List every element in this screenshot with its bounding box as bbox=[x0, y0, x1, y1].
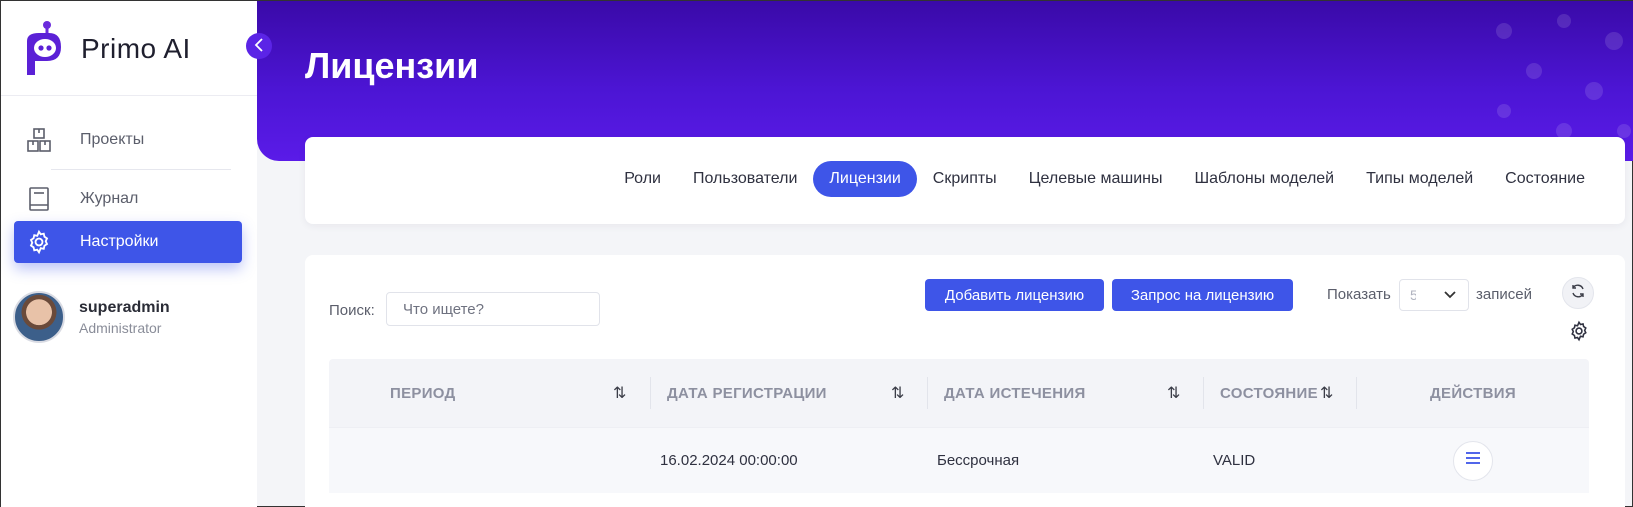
gear-icon bbox=[24, 227, 54, 257]
tab-status[interactable]: Состояние bbox=[1489, 161, 1601, 197]
table-settings-button[interactable] bbox=[1565, 319, 1593, 347]
row-actions-button[interactable] bbox=[1453, 440, 1493, 481]
cell-registration-date: 16.02.2024 00:00:00 bbox=[660, 452, 798, 469]
chevron-left-icon bbox=[254, 37, 264, 55]
chevron-down-icon bbox=[1444, 286, 1456, 307]
search-label: Поиск: bbox=[329, 302, 375, 319]
column-label: Дата регистрации bbox=[667, 384, 827, 402]
sidebar-item-label: Проекты bbox=[80, 131, 145, 148]
sort-icon[interactable]: ⇅ bbox=[1167, 383, 1181, 403]
menu-icon bbox=[1465, 451, 1481, 470]
records-label: записей bbox=[1476, 286, 1532, 303]
licenses-table: Период ⇅ Дата регистрации ⇅ Дата истечен… bbox=[329, 359, 1589, 493]
sidebar-item-journal[interactable]: Журнал bbox=[14, 178, 242, 220]
page-size-select[interactable]: 5 bbox=[1399, 279, 1469, 311]
brand[interactable]: Primo AI bbox=[21, 17, 191, 81]
sidebar-divider bbox=[1, 95, 257, 96]
table-row: 16.02.2024 00:00:00 Бессрочная VALID bbox=[329, 427, 1589, 493]
column-actions: Действия bbox=[1357, 359, 1589, 427]
gear-icon bbox=[1568, 320, 1590, 347]
licenses-card: Поиск: Добавить лицензию Запрос на лицен… bbox=[305, 255, 1625, 507]
page-title: Лицензии bbox=[305, 45, 479, 86]
sidebar-item-projects[interactable]: Проекты bbox=[14, 119, 242, 161]
tab-model-templates[interactable]: Шаблоны моделей bbox=[1178, 161, 1350, 197]
cell-state: VALID bbox=[1213, 452, 1256, 469]
collapse-sidebar-button[interactable] bbox=[246, 33, 272, 59]
column-state[interactable]: Состояние ⇅ bbox=[1204, 359, 1357, 427]
search-input[interactable] bbox=[386, 292, 600, 326]
column-label: Состояние bbox=[1220, 384, 1318, 402]
tabs-card: Роли Пользователи Лицензии Скрипты Целев… bbox=[305, 137, 1625, 224]
column-registration-date[interactable]: Дата регистрации ⇅ bbox=[651, 359, 928, 427]
user-role: Administrator bbox=[79, 319, 162, 336]
sort-icon[interactable]: ⇅ bbox=[1320, 383, 1334, 403]
user-name: superadmin bbox=[79, 298, 170, 316]
tab-roles[interactable]: Роли bbox=[608, 161, 677, 197]
sidebar-item-label: Настройки bbox=[80, 233, 159, 250]
avatar bbox=[13, 291, 65, 343]
table-header: Период ⇅ Дата регистрации ⇅ Дата истечен… bbox=[329, 359, 1589, 427]
column-label: Период bbox=[390, 384, 456, 402]
tab-licenses[interactable]: Лицензии bbox=[813, 161, 917, 197]
tab-users[interactable]: Пользователи bbox=[677, 161, 813, 197]
column-label: Действия bbox=[1430, 384, 1516, 402]
add-license-button[interactable]: Добавить лицензию bbox=[925, 279, 1104, 311]
tab-target-machines[interactable]: Целевые машины bbox=[1013, 161, 1179, 197]
tab-bar: Роли Пользователи Лицензии Скрипты Целев… bbox=[608, 161, 1601, 197]
sidebar: Primo AI Проекты Журнал Настройки supera… bbox=[1, 1, 257, 507]
cell-actions bbox=[1357, 440, 1589, 481]
sidebar-item-settings[interactable]: Настройки bbox=[14, 221, 242, 263]
sort-icon[interactable]: ⇅ bbox=[613, 383, 627, 403]
column-expiration-date[interactable]: Дата истечения ⇅ bbox=[928, 359, 1204, 427]
column-period[interactable]: Период ⇅ bbox=[329, 359, 651, 427]
sidebar-item-label: Журнал bbox=[80, 190, 139, 207]
book-icon bbox=[24, 184, 54, 214]
user-profile[interactable]: superadmin Administrator bbox=[13, 291, 170, 343]
sidebar-separator bbox=[51, 169, 231, 170]
boxes-icon bbox=[24, 125, 54, 155]
refresh-icon bbox=[1570, 283, 1586, 304]
request-license-button[interactable]: Запрос на лицензию bbox=[1112, 279, 1293, 311]
page-size-value: 5 bbox=[1410, 287, 1416, 303]
show-label: Показать bbox=[1327, 286, 1391, 303]
app-name: Primo AI bbox=[81, 33, 191, 64]
cell-expiration-date: Бессрочная bbox=[937, 452, 1020, 469]
tab-scripts[interactable]: Скрипты bbox=[917, 161, 1013, 197]
logo-icon bbox=[27, 21, 61, 75]
sort-icon[interactable]: ⇅ bbox=[891, 383, 905, 403]
column-label: Дата истечения bbox=[944, 384, 1086, 402]
refresh-button[interactable] bbox=[1562, 277, 1594, 309]
tab-model-types[interactable]: Типы моделей bbox=[1350, 161, 1489, 197]
